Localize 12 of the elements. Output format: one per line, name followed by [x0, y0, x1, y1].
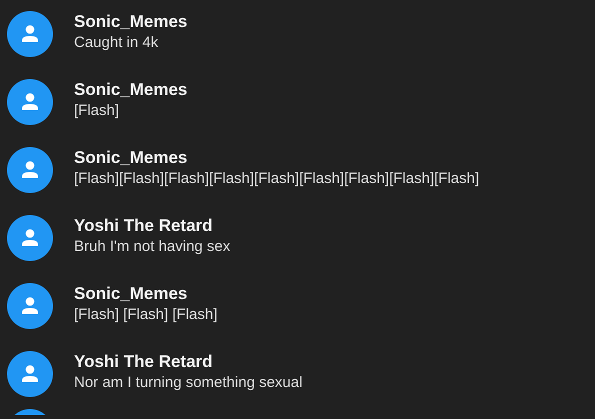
- message-text: [Flash]: [74, 101, 120, 121]
- message-text: Bruh I'm not having sex: [74, 237, 230, 257]
- username: Sonic_Memes: [74, 283, 188, 305]
- username: Sonic_Memes: [74, 79, 188, 101]
- username: Sonic_Memes: [74, 11, 188, 33]
- message-text: Caught in 4k: [74, 33, 160, 53]
- message-text: [Flash] [Flash] [Flash]: [74, 305, 218, 325]
- username: Sonic_Memes: [74, 147, 188, 169]
- message-text: Nor am I turning something sexual: [74, 373, 302, 393]
- username: Yoshi The Retard: [74, 351, 214, 373]
- message-text: [Flash][Flash][Flash][Flash][Flash][Flash][Flash][Flash][Flash]: [74, 169, 480, 189]
- username: Yoshi The Retard: [74, 215, 214, 237]
